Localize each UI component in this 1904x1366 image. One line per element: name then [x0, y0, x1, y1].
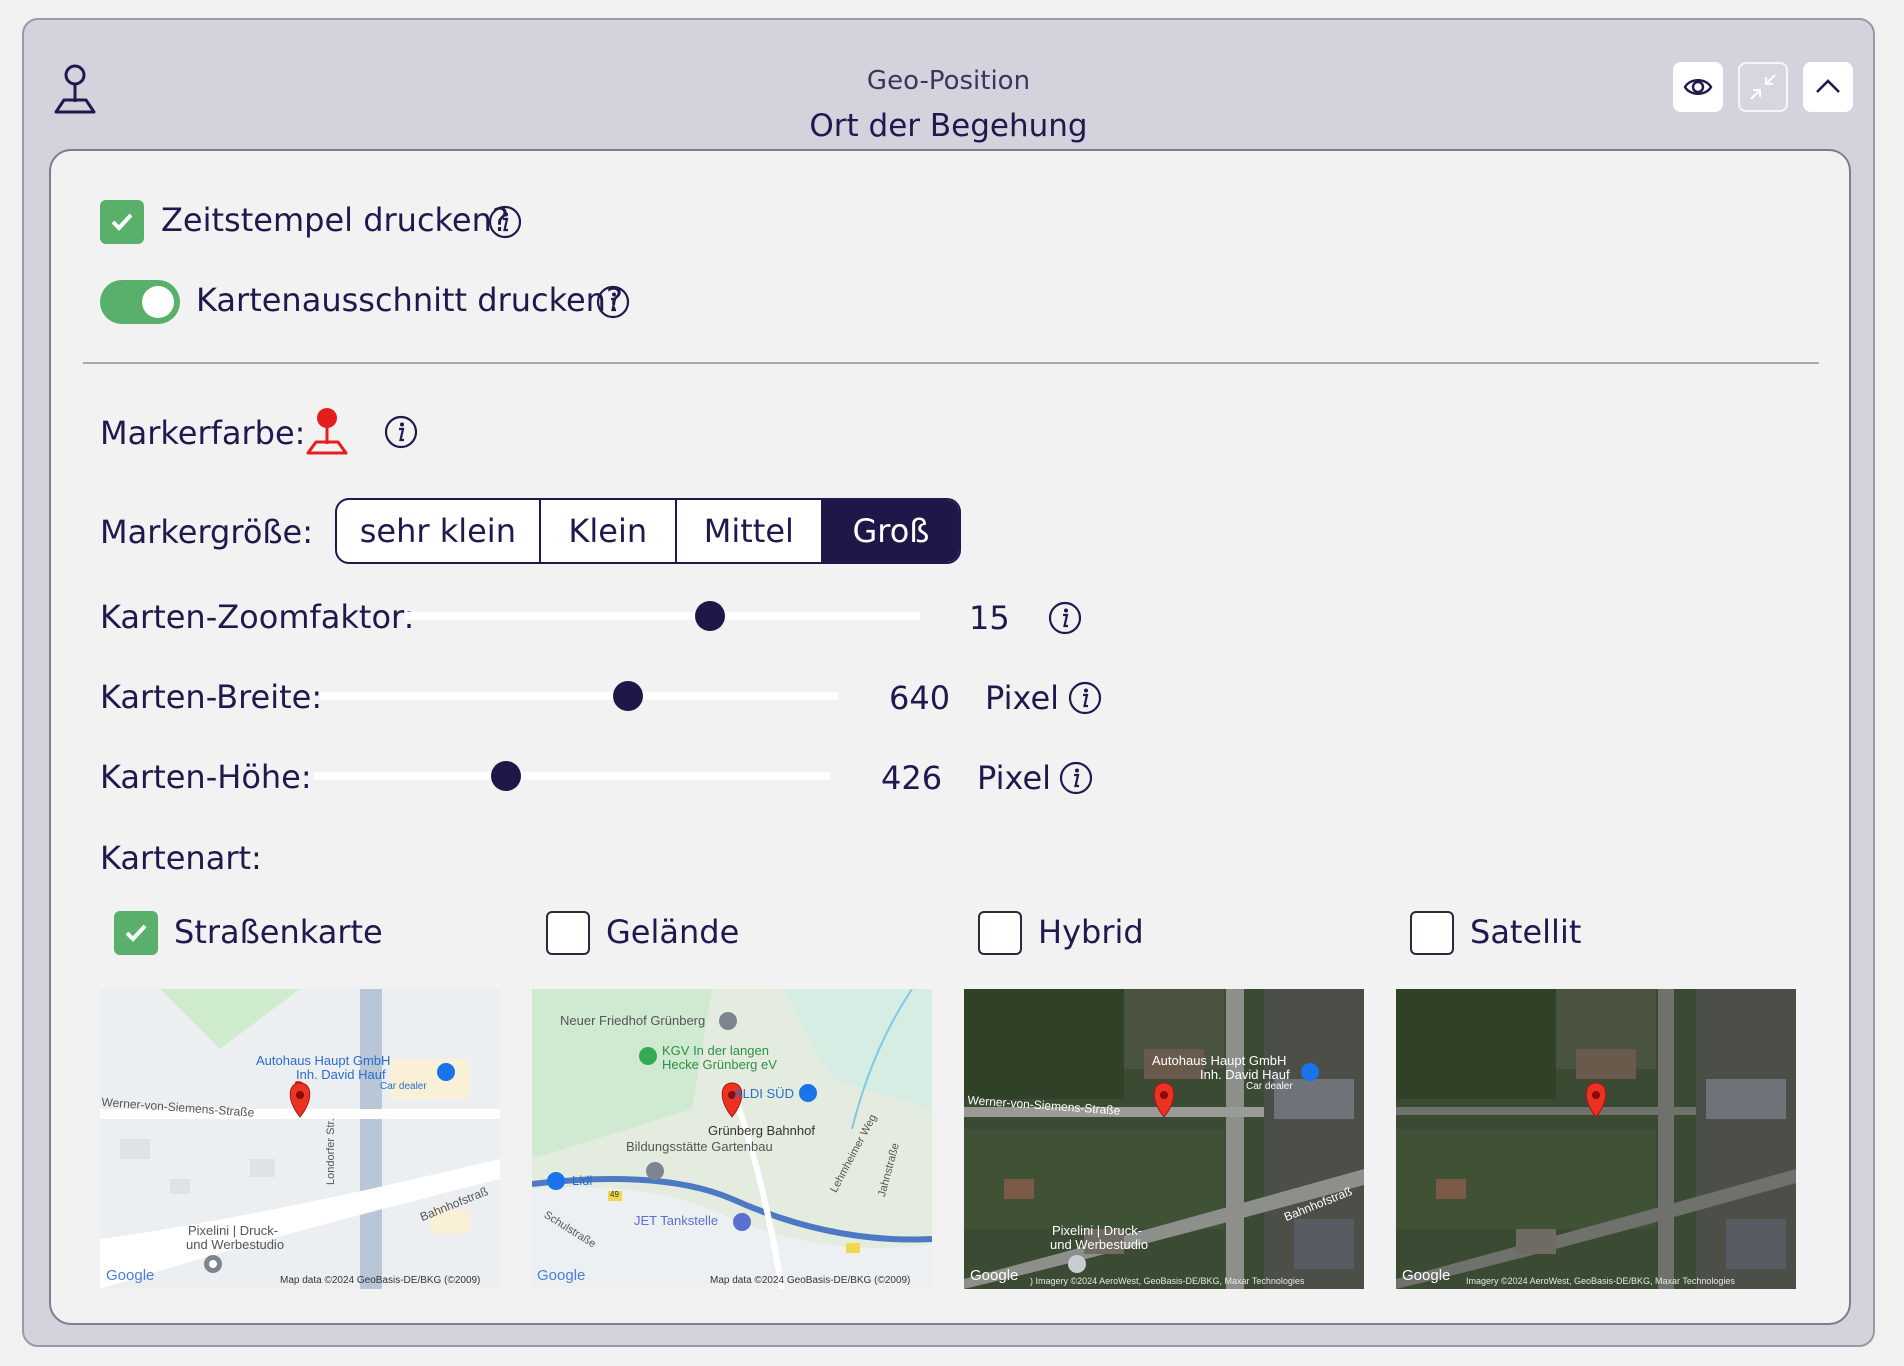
height-label: Karten-Höhe:: [100, 758, 312, 796]
timestamp-checkbox[interactable]: [100, 200, 144, 244]
map-label: Pixelini | Druck-: [1052, 1223, 1143, 1238]
road-number: 49: [610, 1190, 619, 1199]
map-label: Bildungsstätte Gartenbau: [626, 1139, 773, 1154]
map-label: Londorfer Str.: [325, 1118, 337, 1185]
width-value: 640: [889, 679, 951, 717]
map-credit: Map data ©2024 GeoBasis-DE/BKG (©2009): [280, 1275, 481, 1286]
info-icon[interactable]: [1048, 601, 1082, 635]
google-logo: Google: [970, 1267, 1019, 1284]
map-label: Inh. David Hauf: [296, 1067, 386, 1082]
width-label: Karten-Breite:: [100, 678, 323, 716]
height-unit: Pixel: [977, 759, 1052, 797]
height-value: 426: [881, 759, 943, 797]
map-label: Car dealer: [380, 1081, 427, 1092]
preview-button[interactable]: [1673, 62, 1723, 112]
compress-icon: [1750, 74, 1776, 100]
info-icon[interactable]: [1059, 761, 1093, 795]
width-slider-thumb[interactable]: [613, 681, 643, 711]
marker-size-label: Markergröße:: [100, 513, 314, 551]
chevron-up-icon: [1816, 79, 1840, 93]
width-slider-track[interactable]: [319, 692, 839, 700]
size-option-large[interactable]: Groß: [822, 500, 959, 562]
width-unit: Pixel: [985, 679, 1060, 717]
settings-card: Zeitstempel drucken? Kartenausschnitt dr…: [49, 149, 1851, 1325]
maptype-hybrid-checkbox[interactable]: [978, 911, 1022, 955]
google-logo: Google: [106, 1267, 155, 1284]
toggle-knob: [142, 286, 174, 318]
map-label: Pixelini | Druck-: [188, 1223, 279, 1238]
panel-subtitle: Geo-Position: [866, 66, 1031, 96]
height-slider-track[interactable]: [313, 772, 831, 780]
marker-color-label: Markerfarbe:: [100, 414, 306, 452]
panel-title: Ort der Begehung: [809, 108, 1088, 144]
map-label: JET Tankstelle: [634, 1213, 719, 1228]
roadmap-preview[interactable]: Autohaus Haupt GmbH Inh. David Hauf Car …: [100, 989, 500, 1289]
google-logo: Google: [537, 1267, 586, 1284]
map-credit: Imagery ©2024 AeroWest, GeoBasis-DE/BKG,…: [1466, 1276, 1735, 1286]
eye-icon: [1683, 79, 1713, 95]
google-logo: Google: [1402, 1267, 1451, 1284]
size-option-small[interactable]: Klein: [541, 500, 677, 562]
map-credit: Map data ©2024 GeoBasis-DE/BKG (©2009): [710, 1275, 911, 1286]
maptype-roadmap-checkbox[interactable]: [114, 911, 158, 955]
size-option-very-small[interactable]: sehr klein: [337, 500, 541, 562]
zoom-slider-track[interactable]: [403, 612, 921, 620]
satellite-preview[interactable]: Google Imagery ©2024 AeroWest, GeoBasis-…: [1396, 989, 1796, 1289]
info-icon[interactable]: [384, 415, 418, 449]
marker-size-selector: sehr klein Klein Mittel Groß: [335, 498, 961, 564]
timestamp-label: Zeitstempel drucken?: [161, 201, 509, 239]
map-label: Inh. David Hauf: [1200, 1067, 1290, 1082]
check-icon: [111, 213, 133, 231]
height-slider-thumb[interactable]: [491, 761, 521, 791]
zoom-value: 15: [969, 599, 1010, 637]
info-icon[interactable]: [1068, 681, 1102, 715]
map-excerpt-label: Kartenausschnitt drucken?: [196, 281, 623, 319]
collapse-button[interactable]: [1803, 62, 1853, 112]
map-label: Autohaus Haupt GmbH: [1152, 1053, 1287, 1068]
map-label: KGV In der langen: [662, 1043, 769, 1058]
map-label: und Werbestudio: [1050, 1237, 1149, 1252]
map-label: Autohaus Haupt GmbH: [256, 1053, 391, 1068]
check-icon: [125, 924, 147, 942]
size-option-medium[interactable]: Mittel: [677, 500, 823, 562]
maptype-terrain-checkbox[interactable]: [546, 911, 590, 955]
marker-color-picker[interactable]: [302, 406, 352, 456]
geo-position-panel: Geo-Position Ort der Begehung Zeitstempe…: [22, 18, 1875, 1347]
zoom-label: Karten-Zoomfaktor:: [100, 598, 415, 636]
info-icon[interactable]: [596, 285, 630, 319]
compress-button[interactable]: [1738, 62, 1788, 112]
map-label: Grünberg Bahnhof: [708, 1123, 815, 1138]
map-label: Neuer Friedhof Grünberg: [560, 1013, 706, 1028]
map-excerpt-toggle[interactable]: [100, 280, 180, 324]
map-label: Car dealer: [1246, 1081, 1293, 1092]
map-credit: ) Imagery ©2024 AeroWest, GeoBasis-DE/BK…: [1030, 1276, 1305, 1286]
map-label: Hecke Grünberg eV: [662, 1057, 777, 1072]
map-label: und Werbestudio: [186, 1237, 285, 1252]
maptype-terrain-label: Gelände: [606, 913, 740, 951]
maptype-roadmap-label: Straßenkarte: [174, 913, 383, 951]
maptype-hybrid-label: Hybrid: [1038, 913, 1144, 951]
zoom-slider-thumb[interactable]: [695, 601, 725, 631]
maptype-satellite-label: Satellit: [1470, 913, 1582, 951]
map-label: Lidl: [572, 1173, 593, 1188]
maptype-satellite-checkbox[interactable]: [1410, 911, 1454, 955]
hybrid-preview[interactable]: Autohaus Haupt GmbH Inh. David Hauf Car …: [964, 989, 1364, 1289]
map-type-label: Kartenart:: [100, 839, 262, 877]
terrain-preview[interactable]: Neuer Friedhof Grünberg KGV In der lange…: [532, 989, 932, 1289]
map-label: ALDI SÜD: [734, 1086, 794, 1101]
info-icon[interactable]: [488, 205, 522, 239]
section-divider: [83, 362, 1819, 364]
